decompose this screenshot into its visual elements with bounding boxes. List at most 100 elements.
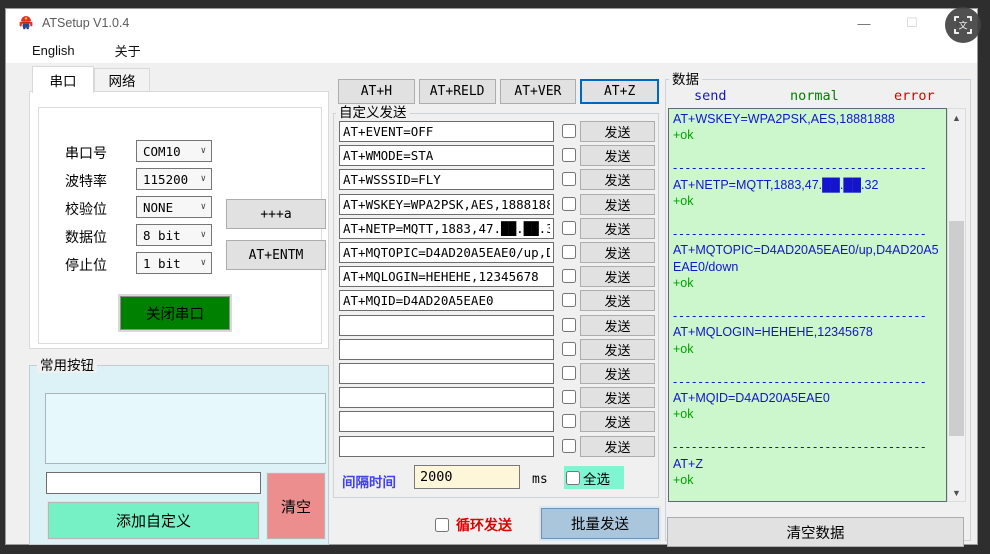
data-log-line: ---------------------------------------- (673, 439, 942, 455)
tab-serial[interactable]: 串口 (32, 66, 94, 93)
select-all-checkbox[interactable] (566, 471, 580, 485)
select-all-label: 全选 (583, 468, 610, 488)
data-log-line (673, 357, 942, 373)
send-button[interactable]: 发送 (580, 387, 655, 408)
command-checkbox[interactable] (562, 390, 576, 404)
command-checkbox[interactable] (562, 245, 576, 259)
common-buttons-list[interactable] (45, 393, 326, 464)
data-log-line: ---------------------------------------- (673, 160, 942, 176)
serial-field-dropdown[interactable]: 8 bit∨ (136, 224, 212, 246)
scroll-down-icon[interactable]: ▼ (948, 484, 965, 501)
command-checkbox[interactable] (562, 221, 576, 235)
select-all-control[interactable]: 全选 (564, 466, 624, 489)
send-button[interactable]: 发送 (580, 242, 655, 263)
send-button[interactable]: 发送 (580, 218, 655, 239)
command-checkbox[interactable] (562, 414, 576, 428)
quick-at-button[interactable]: AT+Z (580, 79, 659, 104)
command-input[interactable] (339, 387, 554, 408)
at-entm-button[interactable]: AT+ENTM (226, 240, 326, 270)
clear-data-button[interactable]: 清空数据 (667, 517, 964, 547)
command-input[interactable] (339, 218, 554, 239)
command-input[interactable] (339, 169, 554, 190)
command-row: 发送 (334, 315, 658, 337)
command-checkbox[interactable] (562, 439, 576, 453)
command-input[interactable] (339, 266, 554, 287)
dropdown-value: COM10 (143, 144, 181, 159)
clear-common-button[interactable]: 清空 (267, 473, 325, 539)
add-custom-button[interactable]: 添加自定义 (48, 502, 259, 539)
scroll-up-icon[interactable]: ▲ (948, 109, 965, 126)
screen-capture-badge[interactable]: 文 (945, 7, 981, 43)
command-input[interactable] (339, 436, 554, 457)
quick-at-button[interactable]: AT+H (338, 79, 415, 104)
app-window: ATSetup V1.0.4 — ☐ ✕ English 关于 网络 串口 串口… (5, 8, 978, 545)
command-input[interactable] (339, 363, 554, 384)
command-checkbox[interactable] (562, 293, 576, 307)
close-serial-button[interactable]: 关闭串口 (120, 296, 230, 330)
title-bar[interactable]: ATSetup V1.0.4 — ☐ ✕ (6, 9, 977, 37)
data-scrollbar[interactable]: ▲ ▼ (947, 108, 966, 502)
batch-send-button[interactable]: 批量发送 (541, 508, 659, 539)
serial-field-dropdown[interactable]: 115200∨ (136, 168, 212, 190)
command-input[interactable] (339, 242, 554, 263)
serial-field-dropdown[interactable]: COM10∨ (136, 140, 212, 162)
tab-network[interactable]: 网络 (94, 68, 150, 92)
command-checkbox[interactable] (562, 148, 576, 162)
data-log-line: ---------------------------------------- (673, 226, 942, 242)
command-input[interactable] (339, 339, 554, 360)
plus-a-button[interactable]: +++a (226, 199, 326, 229)
legend-normal: normal (790, 88, 839, 104)
send-button[interactable]: 发送 (580, 315, 655, 336)
command-input[interactable] (339, 145, 554, 166)
data-log[interactable]: AT+WSKEY=WPA2PSK,AES,18881888 +ok -------… (668, 108, 947, 502)
command-checkbox[interactable] (562, 124, 576, 138)
command-row: 发送 (334, 411, 658, 433)
send-button[interactable]: 发送 (580, 145, 655, 166)
send-button[interactable]: 发送 (580, 266, 655, 287)
command-checkbox[interactable] (562, 172, 576, 186)
dropdown-value: 1 bit (143, 256, 181, 271)
quick-at-button[interactable]: AT+RELD (419, 79, 496, 104)
minimize-button[interactable]: — (857, 16, 871, 31)
command-input[interactable] (339, 194, 554, 215)
loop-send-checkbox[interactable] (435, 518, 449, 532)
command-checkbox[interactable] (562, 318, 576, 332)
command-row: 发送 (334, 145, 658, 167)
send-button[interactable]: 发送 (580, 290, 655, 311)
command-input[interactable] (339, 411, 554, 432)
send-button[interactable]: 发送 (580, 194, 655, 215)
command-input[interactable] (339, 315, 554, 336)
serial-field-dropdown[interactable]: NONE∨ (136, 196, 212, 218)
custom-send-group-title: 自定义发送 (336, 105, 410, 120)
send-button[interactable]: 发送 (580, 436, 655, 457)
data-group-title: 数据 (669, 72, 702, 87)
window-title: ATSetup V1.0.4 (42, 16, 129, 30)
data-log-line: AT+WSKEY=WPA2PSK,AES,18881888 (673, 111, 942, 127)
quick-at-button[interactable]: AT+VER (500, 79, 577, 104)
interval-input[interactable] (414, 465, 520, 489)
command-row: 发送 (334, 194, 658, 216)
loop-send-control[interactable]: 循环发送 (435, 515, 512, 535)
maximize-button[interactable]: ☐ (905, 15, 919, 31)
send-button[interactable]: 发送 (580, 411, 655, 432)
command-checkbox[interactable] (562, 342, 576, 356)
send-button[interactable]: 发送 (580, 121, 655, 142)
menu-item-english[interactable]: English (20, 39, 87, 62)
command-input[interactable] (339, 121, 554, 142)
command-checkbox[interactable] (562, 197, 576, 211)
data-log-line: +ok (673, 472, 942, 488)
capture-frame-icon: 文 (953, 15, 973, 35)
interval-unit-label: ms (532, 472, 548, 487)
command-row: 发送 (334, 339, 658, 361)
custom-command-input[interactable] (46, 472, 261, 494)
send-button[interactable]: 发送 (580, 169, 655, 190)
command-checkbox[interactable] (562, 366, 576, 380)
menu-item-about[interactable]: 关于 (103, 37, 153, 64)
scrollbar-thumb[interactable] (949, 221, 964, 436)
send-button[interactable]: 发送 (580, 339, 655, 360)
command-checkbox[interactable] (562, 269, 576, 283)
data-log-line: AT+Z (673, 456, 942, 472)
serial-field-dropdown[interactable]: 1 bit∨ (136, 252, 212, 274)
command-input[interactable] (339, 290, 554, 311)
send-button[interactable]: 发送 (580, 363, 655, 384)
